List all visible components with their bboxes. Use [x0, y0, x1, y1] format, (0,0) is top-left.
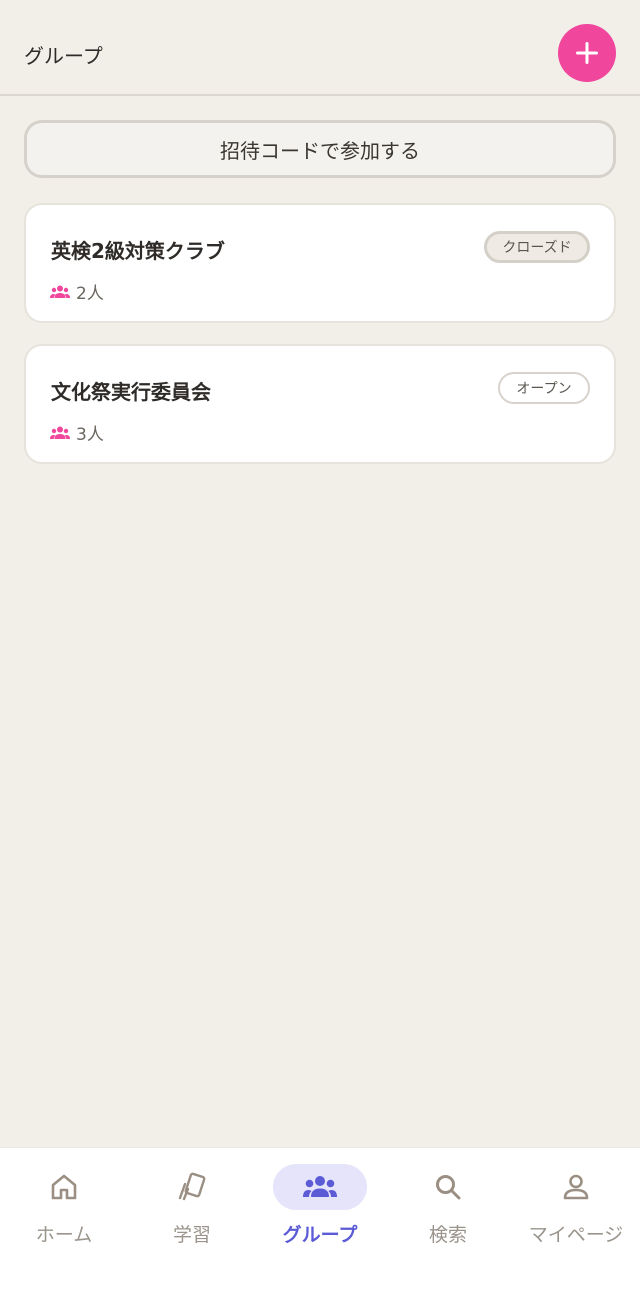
home-icon — [51, 1174, 77, 1200]
member-count-text: 3人 — [76, 425, 104, 445]
nav-label-search: 検索 — [428, 1224, 467, 1246]
nav-item-search[interactable]: 検索 — [384, 1164, 512, 1264]
group-card[interactable]: 英検2級対策クラブ クローズド 2人 — [24, 203, 616, 323]
join-with-invite-code-button[interactable]: 招待コードで参加する — [24, 120, 616, 178]
nav-item-mypage[interactable]: マイページ — [512, 1164, 640, 1264]
nav-item-home[interactable]: ホーム — [0, 1164, 128, 1264]
group-name: 英検2級対策クラブ — [51, 239, 225, 263]
search-icon — [436, 1175, 461, 1200]
member-count: 3人 — [50, 420, 104, 445]
nav-label-groups: グループ — [282, 1224, 358, 1246]
page-title: グループ — [24, 44, 103, 68]
nav-active-indicator — [273, 1164, 367, 1210]
plus-icon — [576, 42, 598, 64]
status-badge: クローズド — [484, 231, 590, 263]
group-icon — [303, 1176, 337, 1197]
members-icon — [50, 285, 70, 298]
groups-screen: グループ 招待コードで参加する 英検2級対策クラブ クローズド 2人 文化祭実行… — [0, 0, 640, 1313]
create-group-button[interactable] — [558, 24, 616, 82]
members-icon — [50, 426, 70, 439]
nav-label-mypage: マイページ — [528, 1224, 624, 1246]
nav-item-study[interactable]: 学習 — [128, 1164, 256, 1264]
group-name: 文化祭実行委員会 — [51, 380, 211, 404]
member-count: 2人 — [50, 279, 104, 304]
status-badge: オープン — [498, 372, 590, 404]
cards-icon — [178, 1172, 206, 1201]
nav-item-groups[interactable]: グループ — [256, 1164, 384, 1264]
bottom-nav: ホーム 学習 グループ 検索 マイページ — [0, 1147, 640, 1313]
nav-label-home: ホーム — [35, 1224, 93, 1246]
member-count-text: 2人 — [76, 284, 104, 304]
group-card[interactable]: 文化祭実行委員会 オープン 3人 — [24, 344, 616, 464]
person-icon — [563, 1174, 589, 1200]
nav-label-study: 学習 — [172, 1224, 211, 1246]
app-header: グループ — [0, 0, 640, 96]
